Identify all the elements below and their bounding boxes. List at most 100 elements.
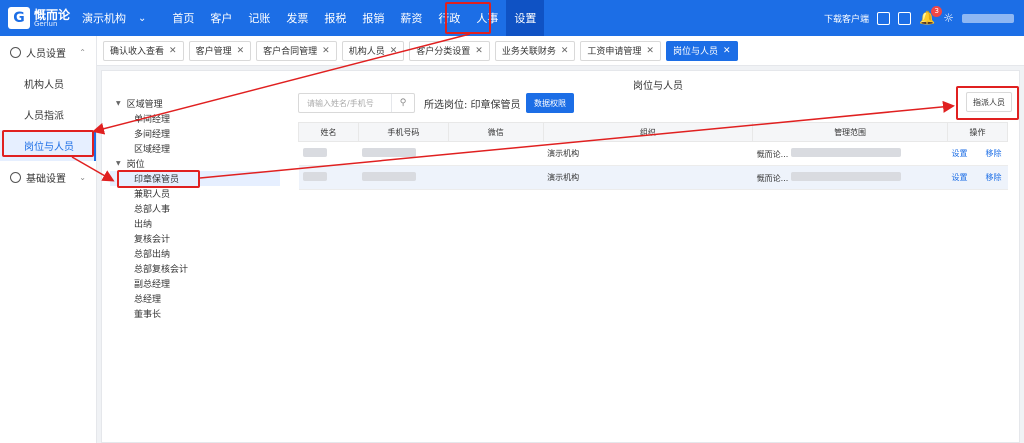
- caret-down-icon: ▼: [116, 100, 121, 107]
- table-row: 演示机构 慨而论... 设置 移除: [298, 141, 1008, 166]
- post-tree: ▼ 区域管理 单间经理 多间经理 区域经理 ▼ 岗位 印章保管员 兼职人员 总部人事…: [110, 96, 280, 321]
- close-icon[interactable]: ✕: [237, 46, 245, 56]
- tab-label: 客户管理: [195, 47, 232, 57]
- page-title: 岗位与人员: [633, 81, 683, 92]
- tab-customer-category[interactable]: 客户分类设置 ✕: [409, 40, 490, 61]
- remove-link[interactable]: 移除: [985, 173, 1001, 182]
- staff-table: 姓名 手机号码 微信 组织 管理范围 操作 演示机构 慨而论... 设置移除: [298, 122, 1009, 190]
- nav-expense[interactable]: 报销: [354, 0, 392, 36]
- nav-tax[interactable]: 报税: [316, 0, 354, 36]
- sidebar-item-staff-assign[interactable]: 人员指派: [0, 99, 96, 130]
- set-link[interactable]: 设置: [951, 173, 967, 182]
- bell-icon[interactable]: 🔔 3: [919, 5, 943, 26]
- chevron-down-icon: ⌄: [79, 172, 86, 182]
- tree-label: 岗位: [126, 160, 145, 170]
- highlight-assign-button: [956, 86, 1019, 120]
- tab-customer-manage[interactable]: 客户管理 ✕: [188, 40, 252, 61]
- search-box: ⚲: [298, 93, 415, 113]
- tab-label: 岗位与人员: [672, 47, 718, 57]
- tree-label: 区域管理: [126, 100, 163, 110]
- cell-wechat: [448, 141, 544, 166]
- tab-contract-manage[interactable]: 客户合同管理 ✕: [256, 40, 337, 61]
- app-logo[interactable]: G 慨而论 Gerlun: [0, 7, 80, 29]
- headset-icon[interactable]: ☼: [943, 11, 954, 25]
- scan-icon[interactable]: [877, 11, 891, 25]
- tree-node[interactable]: 复核会计: [110, 231, 280, 246]
- tab-business-finance[interactable]: 业务关联财务 ✕: [494, 40, 576, 61]
- sidebar-group-staff[interactable]: 人员设置 ⌃: [0, 36, 96, 68]
- close-icon[interactable]: ✕: [561, 46, 569, 56]
- org-switcher[interactable]: 演示机构 ⌄: [82, 10, 146, 26]
- tree-node[interactable]: 单间经理: [110, 111, 280, 126]
- tree-node-post[interactable]: ▼ 岗位: [110, 156, 280, 171]
- cell-name: [298, 165, 359, 190]
- tree-node[interactable]: 总部复核会计: [110, 261, 280, 276]
- top-right-tools: 下载客户端 🔔 3 ☼: [824, 0, 1014, 36]
- nav-customer[interactable]: 客户: [202, 0, 240, 36]
- set-link[interactable]: 设置: [951, 149, 967, 158]
- chevron-down-icon: ⌄: [138, 12, 147, 24]
- tab-salary-apply[interactable]: 工资申请管理 ✕: [580, 40, 661, 61]
- data-permission-button[interactable]: 数据权限: [526, 93, 574, 113]
- table-row: 演示机构 慨而论... 设置 移除: [298, 165, 1008, 190]
- close-icon[interactable]: ✕: [169, 46, 177, 56]
- sidebar-group-basic[interactable]: 基础设置 ⌄: [0, 161, 96, 193]
- tree-node[interactable]: 总部出纳: [110, 246, 280, 261]
- tree-node-region[interactable]: ▼ 区域管理: [110, 96, 280, 111]
- tree-node[interactable]: 兼职人员: [110, 186, 280, 201]
- nav-salary[interactable]: 薪资: [392, 0, 430, 36]
- clipboard-icon[interactable]: [898, 11, 912, 25]
- top-bar: G 慨而论 Gerlun 演示机构 ⌄ 首页 客户 记账 发票 报税 报销 薪资…: [0, 0, 1024, 36]
- search-icon[interactable]: ⚲: [391, 94, 414, 112]
- logo-en: Gerlun: [34, 19, 58, 28]
- tree-node[interactable]: 副总经理: [110, 276, 280, 291]
- cell-action: 设置 移除: [947, 141, 1008, 166]
- sidebar-item-org-staff[interactable]: 机构人员: [0, 68, 96, 99]
- main-card: ▼ 区域管理 单间经理 多间经理 区域经理 ▼ 岗位 印章保管员 兼职人员 总部人事…: [101, 70, 1020, 443]
- remove-link[interactable]: 移除: [985, 149, 1001, 158]
- chevron-up-icon: ⌃: [79, 47, 86, 57]
- cell-scope: 慨而论...: [752, 141, 948, 166]
- logo-mark: G: [8, 7, 30, 29]
- close-icon[interactable]: ✕: [322, 46, 330, 56]
- col-action: 操作: [946, 122, 1009, 142]
- search-input[interactable]: [299, 94, 391, 112]
- tab-label: 工资申请管理: [587, 47, 642, 57]
- cell-phone: [358, 141, 449, 166]
- tab-post-staff[interactable]: 岗位与人员 ✕: [665, 40, 738, 61]
- close-icon[interactable]: ✕: [390, 46, 398, 56]
- close-icon[interactable]: ✕: [646, 46, 654, 56]
- nav-home[interactable]: 首页: [164, 0, 202, 36]
- nav-invoice[interactable]: 发票: [278, 0, 316, 36]
- download-client-link[interactable]: 下载客户端: [824, 12, 869, 25]
- nav-settings[interactable]: 设置: [506, 0, 545, 36]
- scope-text: 慨而论...: [756, 149, 789, 159]
- user-name[interactable]: [962, 13, 1014, 23]
- gear-icon: [10, 171, 21, 183]
- close-icon[interactable]: ✕: [723, 46, 731, 56]
- col-phone: 手机号码: [357, 122, 449, 142]
- scope-text: 慨而论...: [756, 173, 789, 183]
- highlight-sidebar-post: [2, 130, 94, 157]
- tree-node[interactable]: 区域经理: [110, 141, 280, 156]
- col-org: 组织: [542, 122, 754, 142]
- highlight-settings-nav: [445, 2, 491, 34]
- tree-node[interactable]: 出纳: [110, 216, 280, 231]
- cell-phone: [358, 165, 449, 190]
- caret-down-icon: ▼: [116, 160, 121, 167]
- selected-post-label: 所选岗位: 印章保管员: [424, 100, 521, 111]
- tree-node[interactable]: 多间经理: [110, 126, 280, 141]
- tree-node[interactable]: 董事长: [110, 306, 280, 321]
- tab-org-staff[interactable]: 机构人员 ✕: [341, 40, 405, 61]
- tab-income-confirm[interactable]: 确认收入查看 ✕: [103, 40, 184, 61]
- tab-label: 客户分类设置: [416, 47, 471, 57]
- tree-node[interactable]: 总部人事: [110, 201, 280, 216]
- close-icon[interactable]: ✕: [475, 46, 483, 56]
- nav-bookkeeping[interactable]: 记账: [240, 0, 278, 36]
- col-scope: 管理范围: [752, 122, 948, 142]
- col-wechat: 微信: [447, 122, 544, 142]
- tree-node[interactable]: 总经理: [110, 291, 280, 306]
- tab-label: 业务关联财务: [501, 47, 556, 57]
- cell-wechat: [448, 165, 544, 190]
- cell-name: [298, 141, 359, 166]
